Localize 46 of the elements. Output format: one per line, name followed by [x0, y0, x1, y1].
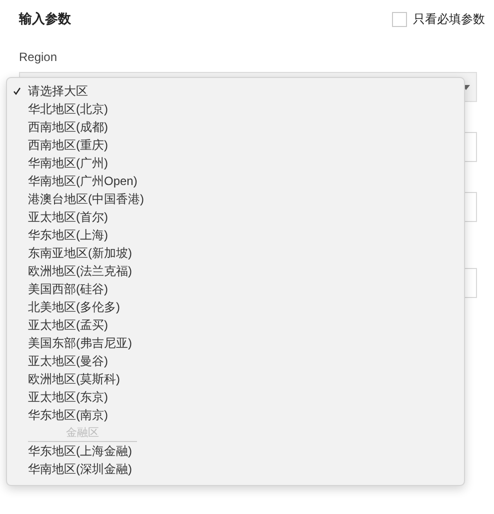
option-label: 欧洲地区(法兰克福) [28, 264, 132, 278]
menu-option[interactable]: 华东地区(南京) [7, 406, 464, 424]
option-label: 亚太地区(东京) [28, 390, 108, 404]
option-label: 华东地区(上海金融) [28, 444, 132, 458]
checkbox-label: 只看必填参数 [413, 10, 485, 28]
option-label: 华北地区(北京) [28, 102, 108, 116]
menu-option[interactable]: 亚太地区(首尔) [7, 208, 464, 226]
option-label: 美国东部(弗吉尼亚) [28, 336, 132, 350]
menu-option[interactable]: 华南地区(广州) [7, 154, 464, 172]
menu-option[interactable]: 美国西部(硅谷) [7, 280, 464, 298]
menu-option[interactable]: 港澳台地区(中国香港) [7, 190, 464, 208]
option-label: 华南地区(深圳金融) [28, 462, 132, 476]
menu-option[interactable]: 华东地区(上海金融) [7, 442, 464, 460]
option-label: 亚太地区(孟买) [28, 318, 108, 332]
option-label: 美国西部(硅谷) [28, 282, 108, 296]
field-label: Region [19, 50, 58, 64]
menu-option[interactable]: 亚太地区(曼谷) [7, 352, 464, 370]
menu-option[interactable]: 请选择大区 [7, 82, 464, 100]
menu-option[interactable]: 东南亚地区(新加坡) [7, 244, 464, 262]
menu-option[interactable]: 华南地区(深圳金融) [7, 460, 464, 478]
option-label: 东南亚地区(新加坡) [28, 246, 132, 260]
option-label: 华南地区(广州) [28, 156, 108, 170]
option-label: 华东地区(南京) [28, 408, 108, 422]
menu-option[interactable]: 亚太地区(东京) [7, 388, 464, 406]
menu-option[interactable]: 华东地区(上海) [7, 226, 464, 244]
menu-option[interactable]: 西南地区(成都) [7, 118, 464, 136]
option-label: 华东地区(上海) [28, 228, 108, 242]
option-label: 西南地区(重庆) [28, 138, 108, 152]
option-label: 欧洲地区(莫斯科) [28, 372, 120, 386]
menu-option[interactable]: 欧洲地区(法兰克福) [7, 262, 464, 280]
option-label: 亚太地区(首尔) [28, 210, 108, 224]
menu-option[interactable]: 北美地区(多伦多) [7, 298, 464, 316]
menu-option[interactable]: 美国东部(弗吉尼亚) [7, 334, 464, 352]
menu-option[interactable]: 华南地区(广州Open) [7, 172, 464, 190]
menu-option[interactable]: 华北地区(北京) [7, 100, 464, 118]
menu-option[interactable]: 亚太地区(孟买) [7, 316, 464, 334]
option-label: 港澳台地区(中国香港) [28, 192, 144, 206]
option-label: 西南地区(成都) [28, 120, 108, 134]
section-title: 输入参数 [19, 10, 71, 28]
checkbox[interactable] [392, 12, 407, 26]
menu-option[interactable]: 西南地区(重庆) [7, 136, 464, 154]
option-label: 北美地区(多伦多) [28, 300, 120, 314]
option-label: 亚太地区(曼谷) [28, 354, 108, 368]
menu-option[interactable]: 欧洲地区(莫斯科) [7, 370, 464, 388]
option-label: 华南地区(广州Open) [28, 174, 138, 188]
option-label: 请选择大区 [28, 84, 88, 98]
